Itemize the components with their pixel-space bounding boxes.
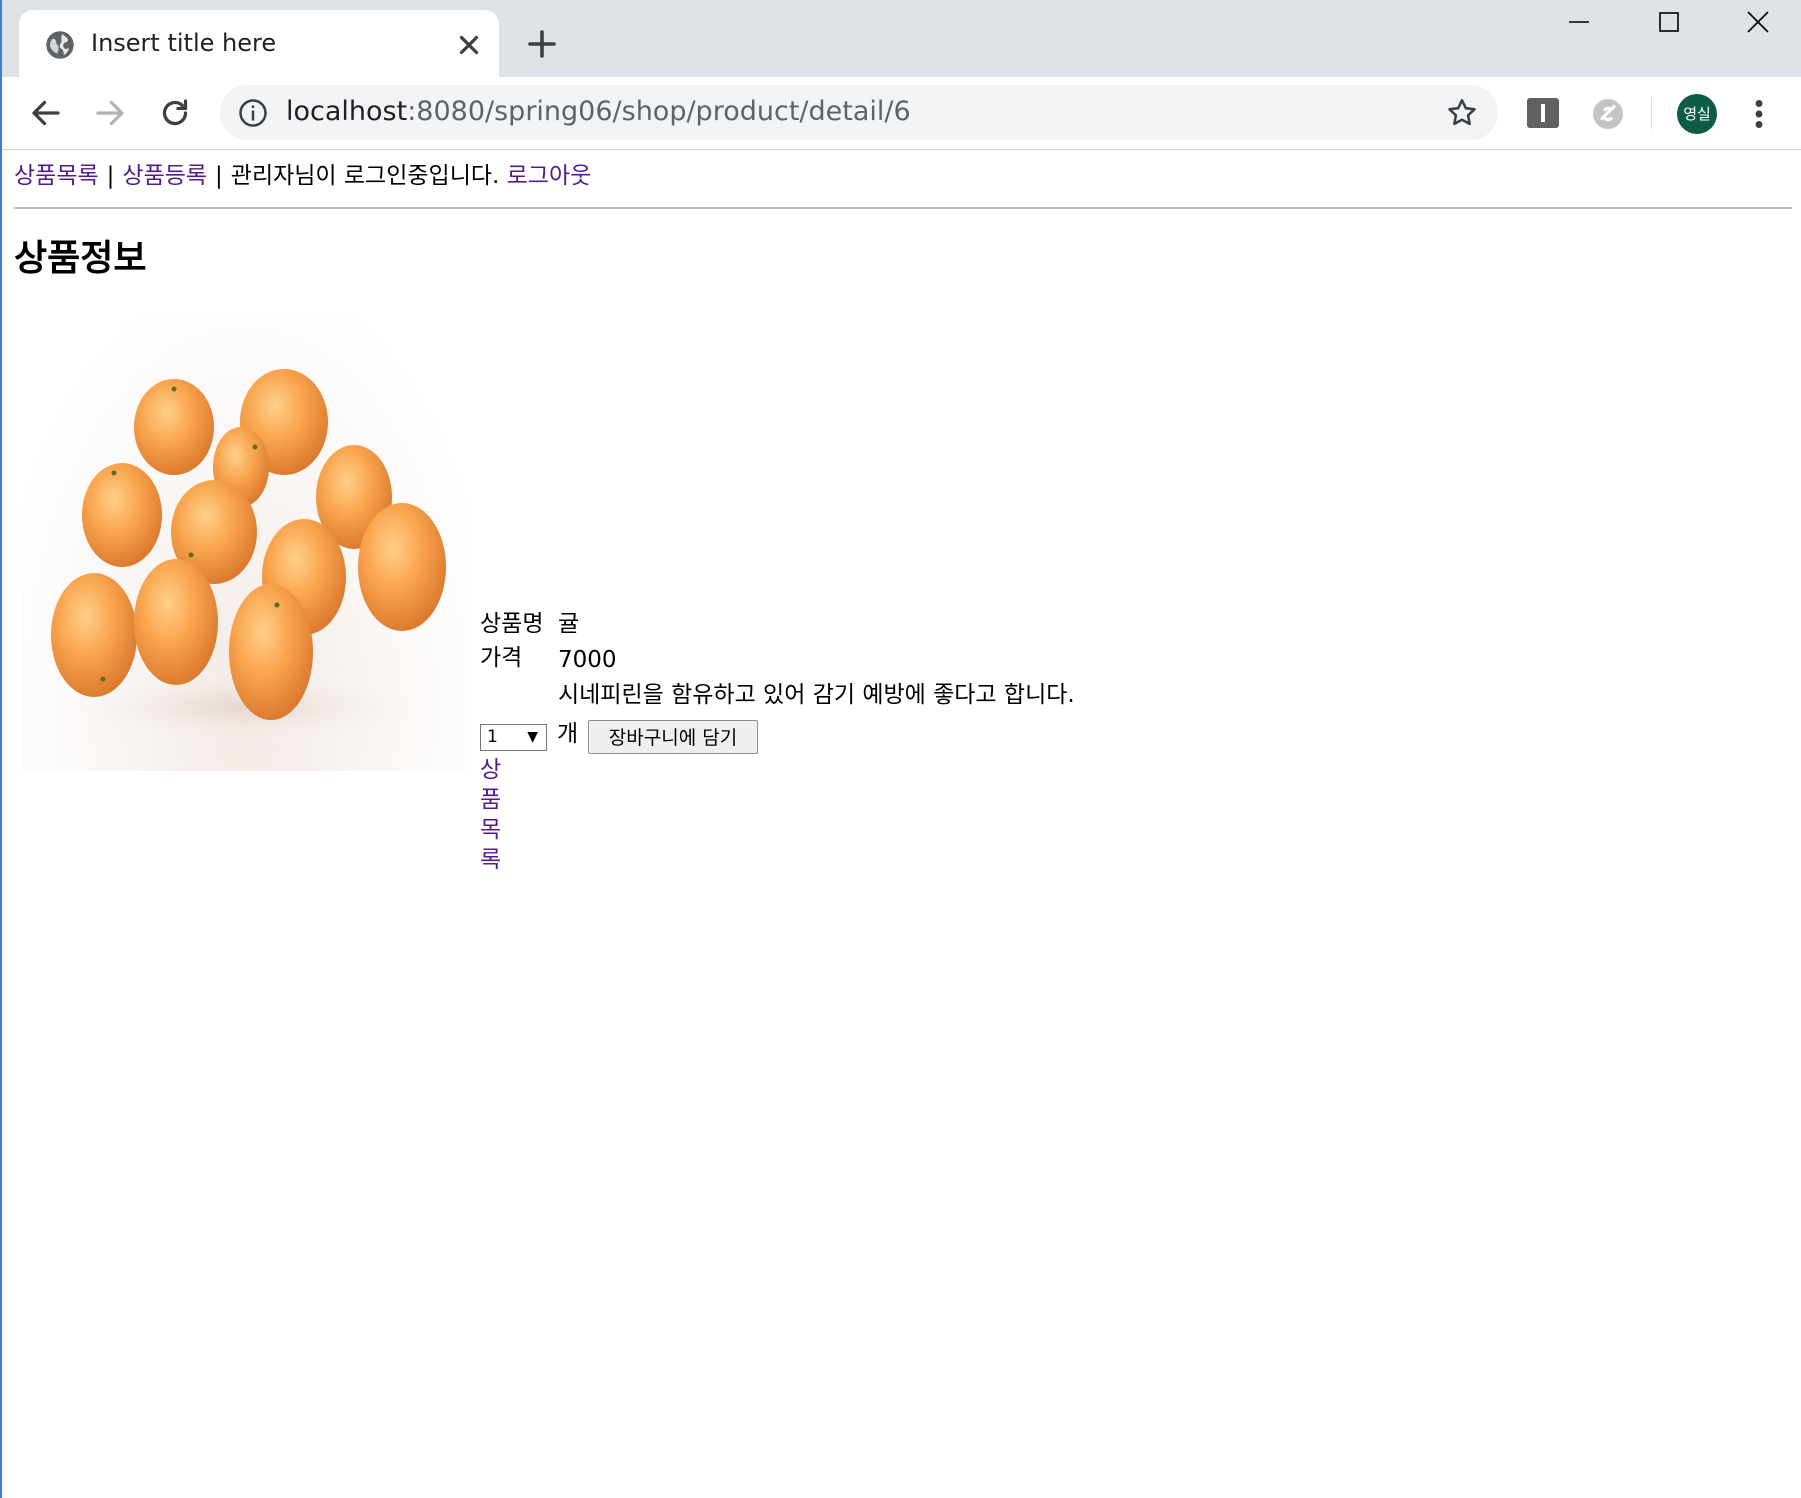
product-image: [19, 317, 471, 771]
profile-avatar[interactable]: 영실: [1677, 94, 1717, 134]
toolbar-divider: [1651, 97, 1652, 129]
extension-link-icon[interactable]: [1590, 96, 1626, 132]
quantity-select[interactable]: 1 ▼: [480, 724, 547, 751]
browser-window: Insert title here localhost:8080/spring0…: [0, 0, 1801, 1498]
page-content: 상품목록 | 상품등록 | 관리자님이 로그인중입니다. 로그아웃 상품정보 상…: [2, 151, 1801, 1498]
product-price-label: 가격: [480, 645, 523, 671]
nav-product-register-link[interactable]: 상품등록: [122, 163, 207, 189]
globe-icon: [46, 31, 74, 59]
product-list-link[interactable]: 상품목록: [480, 755, 501, 875]
quantity-value: 1: [487, 727, 498, 747]
minimize-button[interactable]: [1534, 0, 1624, 44]
forward-arrow-icon[interactable]: [92, 95, 128, 131]
minimize-icon: [1569, 21, 1589, 23]
address-bar[interactable]: localhost:8080/spring06/shop/product/det…: [220, 85, 1498, 140]
logout-link[interactable]: 로그아웃: [507, 163, 592, 189]
nav-product-list-link[interactable]: 상품목록: [14, 163, 99, 189]
nav-separator: |: [215, 163, 223, 189]
tab-title: Insert title here: [91, 29, 277, 57]
more-menu-icon[interactable]: [1747, 96, 1771, 132]
add-to-cart-button[interactable]: 장바구니에 담기: [588, 720, 758, 754]
close-window-button[interactable]: [1713, 0, 1801, 44]
product-description: 시네피린을 함유하고 있어 감기 예방에 좋다고 합니다.: [558, 682, 1075, 708]
top-nav: 상품목록 | 상품등록 | 관리자님이 로그인중입니다. 로그아웃: [14, 161, 591, 191]
page-title: 상품정보: [14, 238, 147, 279]
maximize-button[interactable]: [1624, 0, 1714, 44]
maximize-icon: [1659, 12, 1679, 32]
new-tab-icon[interactable]: [524, 26, 560, 62]
divider-line: [14, 207, 1792, 209]
chevron-down-icon: ▼: [527, 729, 538, 745]
url-host: localhost: [286, 96, 408, 127]
back-arrow-icon[interactable]: [28, 95, 64, 131]
nav-separator: |: [106, 163, 115, 189]
product-name-label: 상품명: [480, 611, 544, 637]
product-price-value: 7000: [558, 647, 617, 673]
url-text[interactable]: localhost:8080/spring06/shop/product/det…: [286, 95, 911, 129]
close-icon: [1747, 11, 1769, 33]
info-icon[interactable]: [238, 98, 268, 128]
close-tab-icon[interactable]: [454, 30, 484, 60]
orange-fruit-icon: [51, 369, 446, 720]
bookmark-star-icon[interactable]: [1445, 96, 1479, 130]
browser-tab[interactable]: Insert title here: [19, 10, 499, 77]
browser-toolbar: localhost:8080/spring06/shop/product/det…: [2, 77, 1801, 150]
product-name-value: 귤: [558, 611, 580, 637]
quantity-unit: 개: [557, 721, 579, 747]
url-path: :8080/spring06/shop/product/detail/6: [407, 96, 911, 127]
extension-i-icon[interactable]: [1527, 98, 1559, 128]
login-status-text: 관리자님이 로그인중입니다.: [230, 163, 500, 189]
reload-icon[interactable]: [157, 95, 193, 131]
tab-strip: Insert title here: [2, 0, 1801, 77]
